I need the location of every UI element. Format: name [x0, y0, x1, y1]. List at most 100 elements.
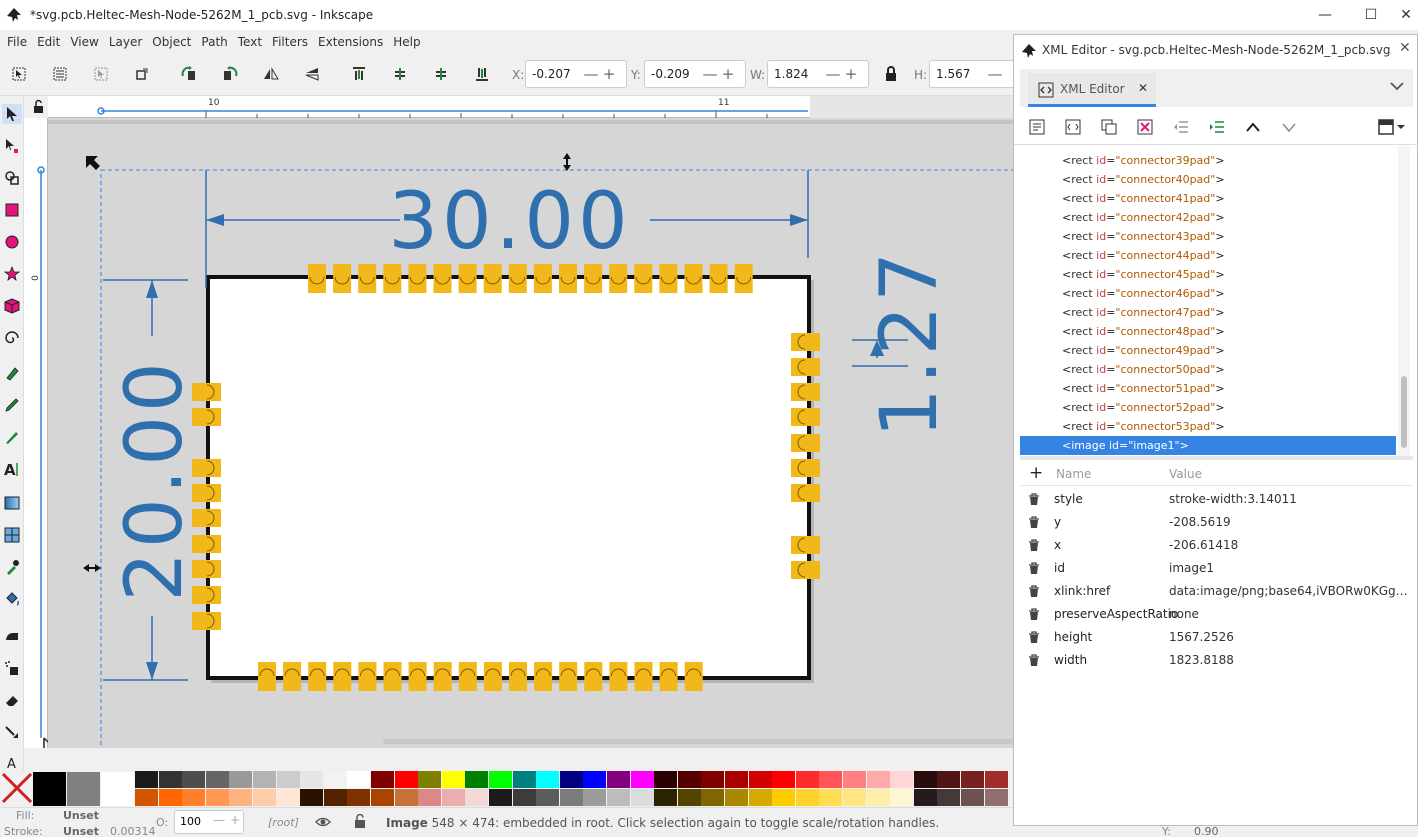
palette-swatch[interactable]: [559, 771, 583, 788]
unindent-node-icon[interactable]: [1173, 119, 1189, 135]
delete-attribute-icon[interactable]: [1028, 562, 1040, 575]
connector-tool-icon[interactable]: [2, 722, 22, 742]
palette-swatch[interactable]: [465, 789, 489, 806]
palette-swatch[interactable]: [890, 771, 914, 788]
h-decrement[interactable]: —: [986, 65, 1004, 83]
3d-box-tool-icon[interactable]: [2, 296, 22, 316]
delete-attribute-icon[interactable]: [1028, 516, 1040, 529]
palette-swatch[interactable]: [961, 771, 984, 788]
palette-swatch[interactable]: [182, 771, 206, 788]
attribute-value[interactable]: image1: [1169, 557, 1409, 580]
xml-node-row[interactable]: <rect id="connector45pad">: [1020, 265, 1396, 284]
rectangle-tool-icon[interactable]: [2, 200, 22, 220]
attribute-value[interactable]: -206.61418: [1169, 534, 1409, 557]
palette-swatch[interactable]: [937, 789, 961, 806]
selector-tool-icon[interactable]: [2, 104, 22, 124]
layout-options-icon[interactable]: [1378, 119, 1408, 135]
mesh-tool-icon[interactable]: [2, 525, 22, 545]
menu-text[interactable]: Text: [233, 35, 267, 49]
xml-node-row[interactable]: <rect id="connector46pad">: [1020, 284, 1396, 303]
xml-node-selected[interactable]: <image id="image1">: [1020, 436, 1396, 455]
xml-node-row[interactable]: <rect id="connector53pad">: [1020, 417, 1396, 436]
rotate-cw-icon[interactable]: [219, 63, 241, 85]
palette-swatch[interactable]: [441, 771, 465, 788]
deselect-icon[interactable]: [90, 63, 112, 85]
menu-file[interactable]: File: [2, 35, 32, 49]
palette-swatch[interactable]: [512, 771, 536, 788]
gradient-tool-icon[interactable]: [2, 493, 22, 513]
xml-node-row[interactable]: <rect id="connector50pad">: [1020, 360, 1396, 379]
xml-node-row[interactable]: <rect id="connector43pad">: [1020, 227, 1396, 246]
palette-swatch[interactable]: [984, 771, 1008, 788]
fill-value[interactable]: Unset: [63, 809, 99, 822]
swatch-black[interactable]: [33, 772, 66, 806]
attribute-row[interactable]: id image1: [1014, 557, 1404, 580]
flip-horizontal-icon[interactable]: [260, 63, 282, 85]
raise-to-top-icon[interactable]: [348, 63, 370, 85]
delete-attribute-icon[interactable]: [1028, 585, 1040, 598]
palette-swatch[interactable]: [135, 789, 158, 806]
x-input[interactable]: [526, 67, 582, 81]
palette-swatch[interactable]: [158, 771, 182, 788]
attribute-value[interactable]: 1567.2526: [1169, 626, 1409, 649]
palette-swatch[interactable]: [253, 771, 276, 788]
palette-swatch[interactable]: [536, 771, 560, 788]
palette-swatch[interactable]: [630, 789, 654, 806]
y-increment[interactable]: +: [719, 65, 737, 83]
menu-path[interactable]: Path: [196, 35, 232, 49]
xml-node-row[interactable]: <rect id="connector41pad">: [1020, 189, 1396, 208]
palette-swatch[interactable]: [536, 789, 560, 806]
palette-swatch[interactable]: [654, 789, 678, 806]
attribute-row[interactable]: xlink:href data:image/png;base64,iVBORw0K…: [1014, 580, 1409, 603]
palette-swatch[interactable]: [725, 771, 748, 788]
delete-attribute-icon[interactable]: [1028, 493, 1040, 506]
lower-icon[interactable]: [430, 63, 452, 85]
duplicate-node-icon[interactable]: [1101, 119, 1117, 135]
stroke-value[interactable]: Unset: [63, 825, 99, 837]
xml-dialog-close-button[interactable]: ✕: [1399, 40, 1411, 56]
horizontal-ruler[interactable]: 10 11: [48, 96, 1013, 118]
select-all-layers-icon[interactable]: [49, 63, 71, 85]
tab-close-button[interactable]: ✕: [1138, 81, 1148, 95]
delete-attribute-icon[interactable]: [1028, 654, 1040, 667]
measure-tool-icon[interactable]: A: [2, 752, 22, 772]
palette-swatch[interactable]: [866, 789, 890, 806]
tweak-tool-icon[interactable]: [2, 626, 22, 646]
tree-scrollbar-thumb[interactable]: [1401, 376, 1407, 448]
spray-tool-icon[interactable]: [2, 658, 22, 678]
xml-node-row[interactable]: <rect id="connector49pad">: [1020, 341, 1396, 360]
node-tool-icon[interactable]: [2, 136, 22, 156]
palette-swatch[interactable]: [323, 789, 347, 806]
palette-swatch[interactable]: [512, 789, 536, 806]
palette-swatch[interactable]: [984, 789, 1008, 806]
palette-swatch[interactable]: [229, 789, 253, 806]
minimize-button[interactable]: —: [1302, 0, 1348, 30]
add-attribute-button[interactable]: +: [1029, 463, 1043, 483]
flip-vertical-icon[interactable]: [301, 63, 323, 85]
xml-node-row[interactable]: <rect id="connector39pad">: [1020, 151, 1396, 170]
palette-swatch[interactable]: [441, 789, 465, 806]
delete-node-icon[interactable]: [1137, 119, 1153, 135]
palette-swatch[interactable]: [135, 771, 158, 788]
palette-swatch[interactable]: [418, 771, 442, 788]
scale-stroke-icon[interactable]: [131, 63, 153, 85]
palette-swatch[interactable]: [583, 771, 607, 788]
xml-node-row[interactable]: <rect id="connector47pad">: [1020, 303, 1396, 322]
palette-swatch[interactable]: [394, 789, 418, 806]
xml-node-row[interactable]: <rect id="connector42pad">: [1020, 208, 1396, 227]
no-paint-icon[interactable]: [0, 771, 34, 807]
current-layer[interactable]: [root]: [268, 816, 299, 829]
calligraphy-tool-icon[interactable]: [2, 427, 22, 447]
menu-extensions[interactable]: Extensions: [313, 35, 388, 49]
palette-swatch[interactable]: [205, 771, 229, 788]
xml-node-row[interactable]: <rect id="connector40pad">: [1020, 170, 1396, 189]
lower-node-icon[interactable]: [1281, 121, 1297, 133]
delete-attribute-icon[interactable]: [1028, 608, 1040, 621]
palette-swatch[interactable]: [630, 771, 654, 788]
palette-swatch[interactable]: [961, 789, 984, 806]
palette-swatch[interactable]: [701, 771, 725, 788]
y-decrement[interactable]: —: [701, 65, 719, 83]
attribute-value[interactable]: -208.5619: [1169, 511, 1409, 534]
spiral-tool-icon[interactable]: [2, 328, 22, 348]
swatch-gray[interactable]: [67, 772, 100, 806]
